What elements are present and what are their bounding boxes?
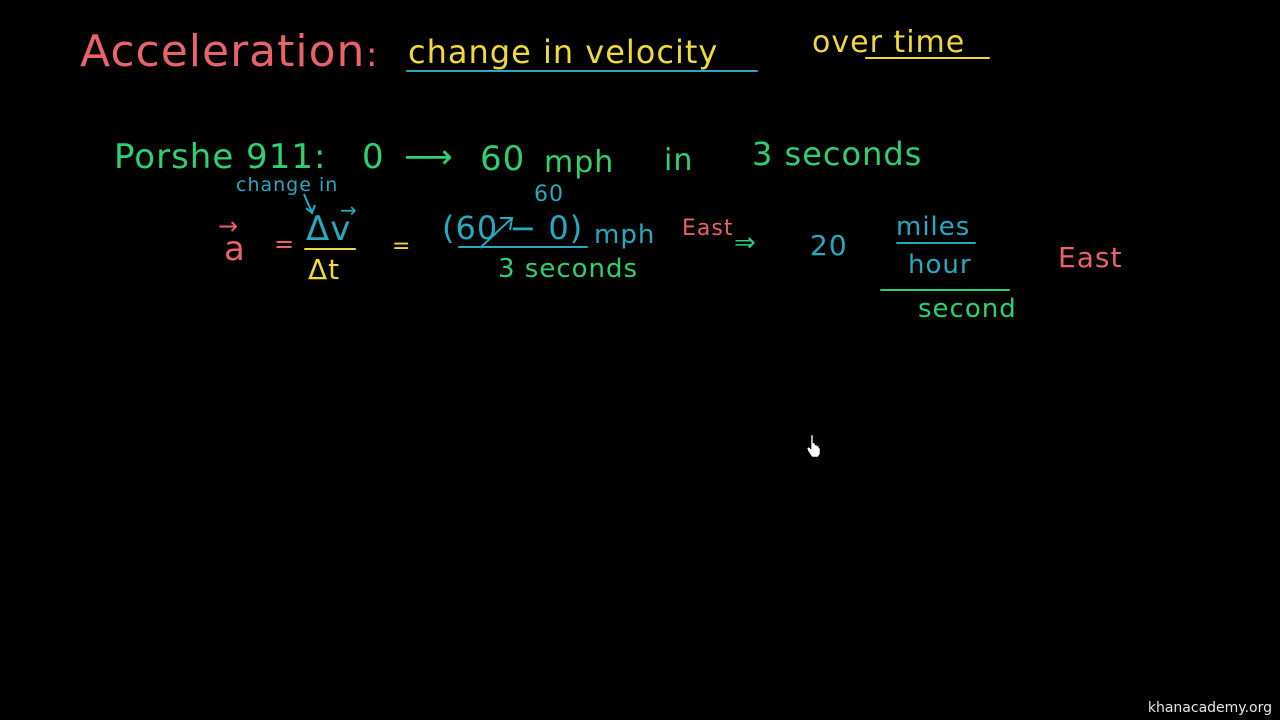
example-unit: mph [544, 145, 615, 180]
example-in: in [664, 143, 694, 178]
fraction-bar-second [880, 289, 1010, 291]
example-label: Porshe 911: [114, 137, 327, 177]
title-definition-part2: over time [812, 25, 966, 60]
title-colon: : [366, 35, 379, 75]
unit-second: second [918, 294, 1017, 324]
annotation-change-in: change in [236, 174, 339, 196]
implies-arrow: ⇒ [734, 228, 757, 258]
example-arrow: ⟶ [404, 137, 454, 177]
equals-1: = [274, 230, 296, 258]
hand-cursor-icon [806, 434, 821, 458]
equals-2: = [392, 234, 412, 259]
example-from: 0 [362, 137, 385, 177]
fraction-bar-miles-hour [896, 242, 976, 244]
numerator-direction: East [682, 216, 734, 241]
result-value: 20 [810, 229, 848, 262]
unit-miles: miles [896, 212, 971, 242]
result-direction: East [1058, 241, 1123, 274]
blackboard-canvas: Acceleration : change in velocity over t… [0, 0, 1280, 720]
underline-time [865, 57, 990, 59]
unit-hour: hour [908, 250, 972, 280]
example-duration: 3 seconds [752, 135, 923, 173]
acc-symbol: a [224, 229, 246, 269]
underline-change-in-velocity [406, 70, 758, 72]
numerator-vec-arrow: → [340, 198, 358, 222]
denominator-delta-t: Δt [308, 253, 341, 286]
numerator-unit: mph [594, 220, 656, 250]
title-definition-part1: change in velocity [408, 33, 719, 71]
example-to: 60 [480, 139, 526, 179]
fraction-bar-2 [458, 246, 588, 248]
title-term: Acceleration [80, 26, 366, 77]
khanacademy-watermark: khanacademy.org [1147, 700, 1272, 716]
denominator-value: 3 seconds [498, 254, 639, 284]
correction-60: 60 [534, 182, 564, 207]
fraction-bar-1 [304, 248, 356, 250]
